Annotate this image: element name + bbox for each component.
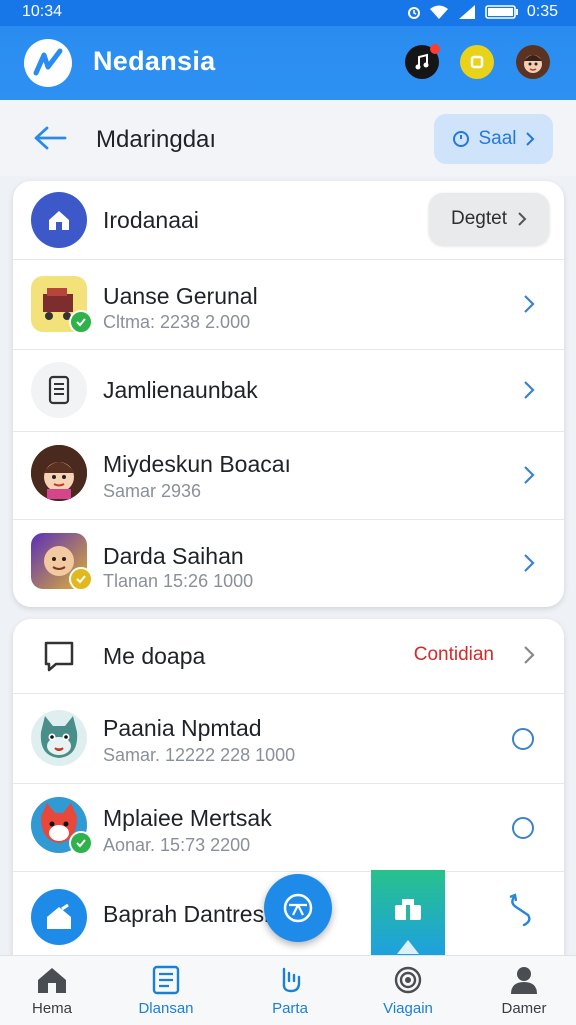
document-icon xyxy=(31,362,87,418)
list-item-subtitle: Cltma: 2238 2.000 xyxy=(103,312,251,332)
nav-item-parta[interactable]: Parta xyxy=(240,964,340,1017)
status-time-right: 0:35 xyxy=(526,3,558,20)
status-bar: 10:34 0:35 xyxy=(0,0,576,26)
list-item[interactable]: Irodanaai Degtet xyxy=(13,181,564,260)
radio-button[interactable] xyxy=(512,817,534,839)
wifi-icon xyxy=(429,5,448,19)
list-item-subtitle: Tlanan 15:26 1000 xyxy=(103,571,254,591)
nav-label: Viagain xyxy=(383,1000,433,1017)
alarm-icon xyxy=(407,7,420,19)
list-item-title: Miydeskun Boacaı xyxy=(103,451,291,477)
music-icon[interactable] xyxy=(405,44,440,79)
compass-icon xyxy=(283,893,313,923)
degtet-button[interactable]: Degtet xyxy=(429,193,549,245)
list-item-title: Me doapa xyxy=(103,643,206,669)
cat-avatar xyxy=(31,710,87,766)
chevron-right-icon[interactable] xyxy=(522,644,536,666)
home-icon xyxy=(31,192,87,248)
notification-dot xyxy=(430,44,440,54)
degtet-label: Degtet xyxy=(451,208,507,229)
chevron-right-icon xyxy=(525,132,534,146)
avatar xyxy=(31,533,93,591)
list-item-subtitle: Samar 2936 xyxy=(103,481,202,501)
nav-item-viagain[interactable]: Viagain xyxy=(358,964,458,1017)
nav-item-dlansan[interactable]: Dlansan xyxy=(116,964,216,1017)
list-item-title: Mplaiee Mertsak xyxy=(103,805,272,831)
back-arrow-icon[interactable] xyxy=(30,120,70,156)
coin-icon[interactable] xyxy=(460,45,494,79)
person-icon xyxy=(511,967,537,994)
return-arrow-icon[interactable] xyxy=(506,891,536,931)
list-item[interactable]: Mplaiee Mertsak Aonar. 15:73 2200 xyxy=(13,783,564,872)
page-title: Mdaringdaı xyxy=(96,126,217,153)
gift-tab-button[interactable] xyxy=(371,870,445,956)
radio-button[interactable] xyxy=(512,728,534,750)
signal-icon xyxy=(458,5,475,19)
bottom-nav: Hema Dlansan Parta Viagain Damer xyxy=(0,955,576,1025)
home-icon xyxy=(38,968,66,993)
compass-fab-button[interactable] xyxy=(264,874,332,942)
target-icon xyxy=(394,966,422,994)
list-item[interactable]: Paania Npmtad Samar. 12222 228 1000 xyxy=(13,693,564,784)
thumb-badge-icon xyxy=(69,567,93,591)
list-item-title: Darda Saihan xyxy=(103,543,244,569)
chevron-right-icon[interactable] xyxy=(522,293,536,315)
sub-header: Mdaringdaı Saal xyxy=(0,100,576,176)
gift-icon xyxy=(395,899,421,920)
saal-button[interactable]: Saal xyxy=(434,114,553,164)
list-item[interactable]: Me doapa Contidian xyxy=(13,619,564,694)
chat-bubble-icon xyxy=(31,628,87,684)
fox-avatar xyxy=(31,797,93,855)
list-item-subtitle: Samar. 12222 228 1000 xyxy=(103,745,296,765)
chevron-right-icon[interactable] xyxy=(522,552,536,574)
battery-icon xyxy=(485,5,518,19)
nav-label: Parta xyxy=(272,1000,308,1017)
list-item-title: Irodanaai xyxy=(103,207,199,233)
check-badge-icon xyxy=(69,831,93,855)
app-logo-icon[interactable] xyxy=(24,39,72,87)
hand-icon xyxy=(282,967,301,993)
document-icon xyxy=(152,965,180,995)
clock-icon xyxy=(453,131,470,147)
check-badge-icon xyxy=(69,310,93,334)
list-item[interactable]: Miydeskun Boacaı Samar 2936 xyxy=(13,431,564,520)
nav-label: Dlansan xyxy=(138,1000,194,1017)
chevron-right-icon[interactable] xyxy=(522,464,536,486)
shop-icon xyxy=(31,276,93,334)
nav-label: Hema xyxy=(31,1000,72,1017)
app-bar: Nedansia xyxy=(0,26,576,100)
list-item-title: Baprah Dantresb xyxy=(103,901,277,927)
chevron-right-icon xyxy=(518,212,527,226)
home-edit-icon xyxy=(31,889,87,945)
list-item-title: Jamlienaunbak xyxy=(103,377,258,403)
contidian-link[interactable]: Contidian xyxy=(414,644,494,666)
account-card: Irodanaai Degtet Uanse Gerunal Cltma: 22… xyxy=(13,181,564,607)
list-item-title: Paania Npmtad xyxy=(103,715,262,741)
avatar xyxy=(31,445,87,501)
saal-label: Saal xyxy=(478,128,517,149)
list-item[interactable]: Uanse Gerunal Cltma: 2238 2.000 xyxy=(13,259,564,350)
nav-label: Damer xyxy=(501,1000,547,1017)
list-item-subtitle: Aonar. 15:73 2200 xyxy=(103,835,251,855)
profile-avatar[interactable] xyxy=(516,45,550,79)
nav-item-hema[interactable]: Hema xyxy=(2,964,102,1017)
list-item[interactable]: Darda Saihan Tlanan 15:26 1000 xyxy=(13,519,564,607)
list-item[interactable]: Jamlienaunbak xyxy=(13,349,564,432)
chevron-right-icon[interactable] xyxy=(522,379,536,401)
status-time: 10:34 xyxy=(22,3,63,20)
list-item-title: Uanse Gerunal xyxy=(103,283,258,309)
app-title: Nedansia xyxy=(93,46,216,76)
nav-item-damer[interactable]: Damer xyxy=(474,964,574,1017)
